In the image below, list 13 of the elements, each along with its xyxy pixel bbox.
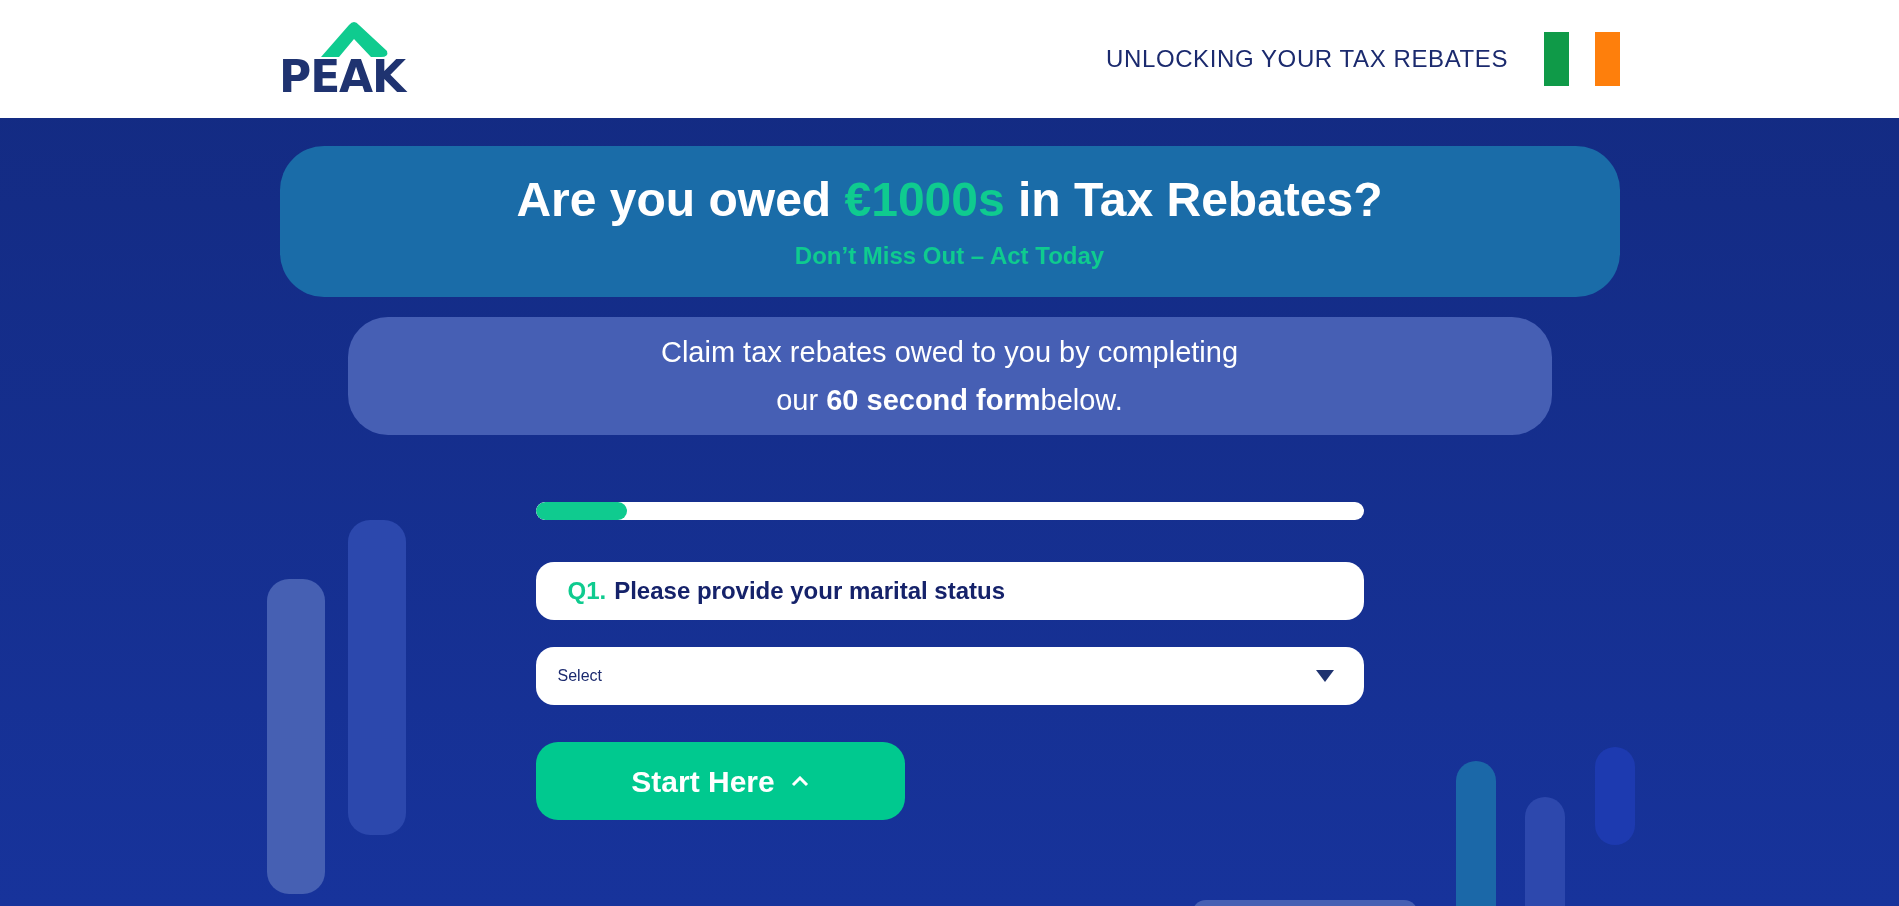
- logo-text: PEAK: [279, 55, 406, 99]
- subheadline: Don’t Miss Out – Act Today: [794, 240, 1105, 271]
- intro-text: our 60 second formbelow.: [776, 383, 1123, 418]
- select-field[interactable]: Select: [535, 647, 1364, 705]
- tagline: UNLOCKING YOUR TAX REBATES: [1106, 44, 1508, 74]
- irish-flag-icon: [1544, 32, 1620, 86]
- intro-text: Claim tax rebates owed to you by completing: [660, 335, 1239, 370]
- peak-logo-icon: [319, 19, 389, 59]
- question-text: Please provide your marital status: [614, 576, 1005, 606]
- question-number: Q1.: [567, 576, 607, 606]
- headline: Are you owed €1000s in Tax Rebates?: [516, 171, 1383, 228]
- dropdown-caret-icon: [1315, 670, 1334, 682]
- chevron-up-icon: [790, 775, 809, 787]
